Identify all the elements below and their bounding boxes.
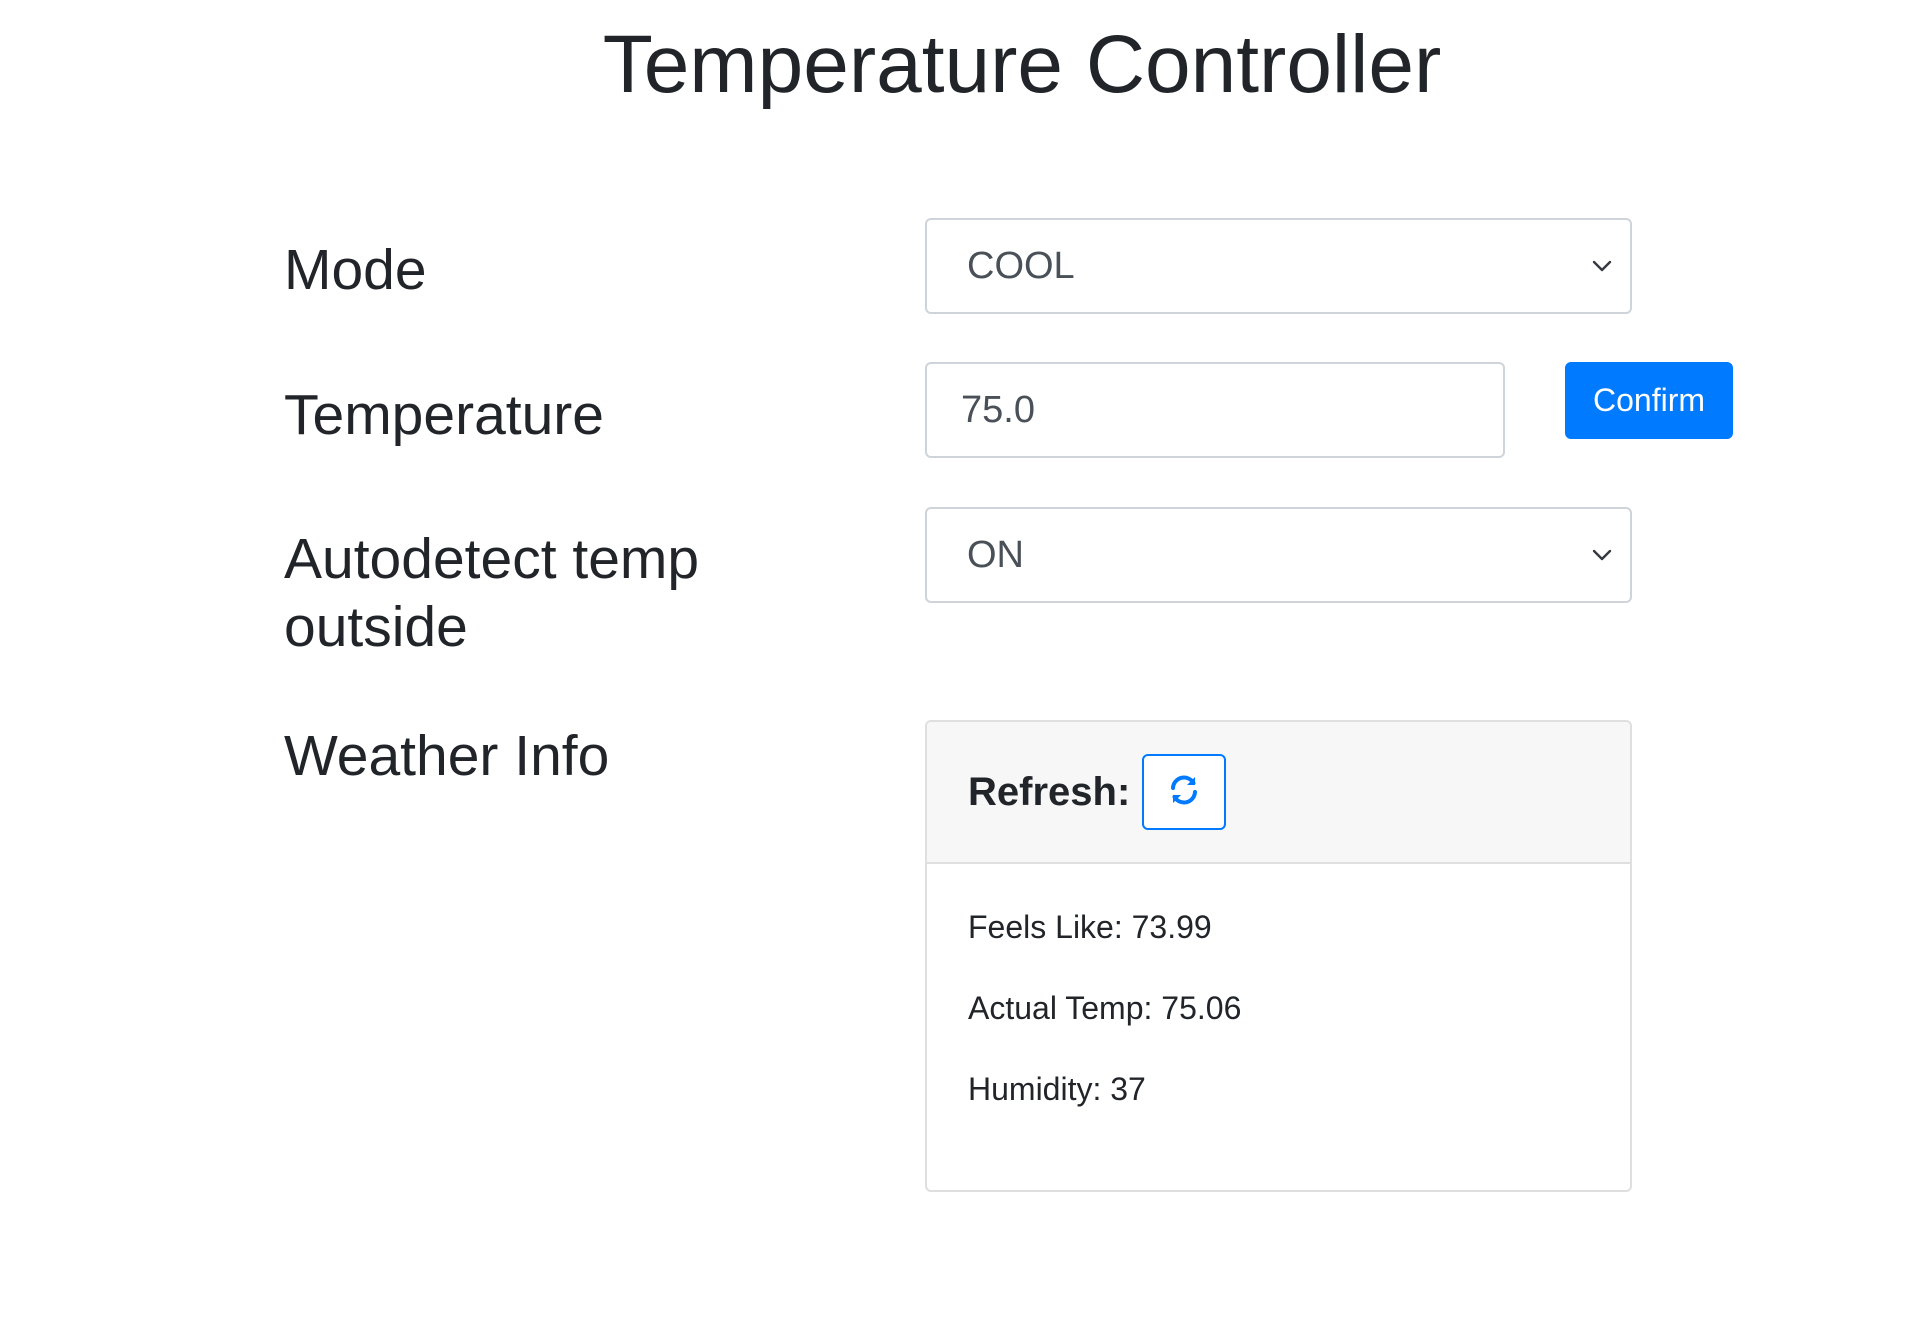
page-title: Temperature Controller [602, 19, 1442, 110]
temperature-input[interactable]: 75.0 [925, 362, 1505, 458]
autodetect-select[interactable]: ON [925, 507, 1632, 603]
weather-info-card: Refresh: Feels Like: 73.99 Actual Temp: … [925, 720, 1632, 1192]
mode-label: Mode [284, 238, 427, 302]
autodetect-select-value: ON [967, 533, 1024, 576]
mode-select-value: COOL [967, 244, 1075, 287]
weather-card-body: Feels Like: 73.99 Actual Temp: 75.06 Hum… [927, 864, 1630, 1108]
humidity-text: Humidity: 37 [968, 1071, 1146, 1107]
refresh-label: Refresh: [968, 769, 1131, 814]
refresh-button[interactable] [1142, 754, 1227, 830]
autodetect-label-line1: Autodetect temp [284, 527, 700, 591]
autodetect-label: Autodetect temp outside [284, 525, 699, 661]
temperature-label: Temperature [284, 383, 604, 447]
chevron-down-icon [1584, 248, 1620, 284]
temperature-input-value: 75.0 [961, 388, 1035, 431]
autodetect-label-line2: outside [284, 595, 468, 659]
weather-info-label: Weather Info [284, 724, 610, 788]
feels-like-text: Feels Like: 73.99 [968, 909, 1212, 945]
mode-select[interactable]: COOL [925, 218, 1632, 314]
weather-card-header: Refresh: [927, 722, 1630, 864]
confirm-button[interactable]: Confirm [1565, 362, 1733, 439]
actual-temp-text: Actual Temp: 75.06 [968, 990, 1242, 1026]
refresh-icon [1166, 772, 1202, 813]
chevron-down-icon [1584, 537, 1620, 573]
temperature-controller-page: Temperature Controller Mode COOL Tempera… [0, 0, 1919, 1322]
